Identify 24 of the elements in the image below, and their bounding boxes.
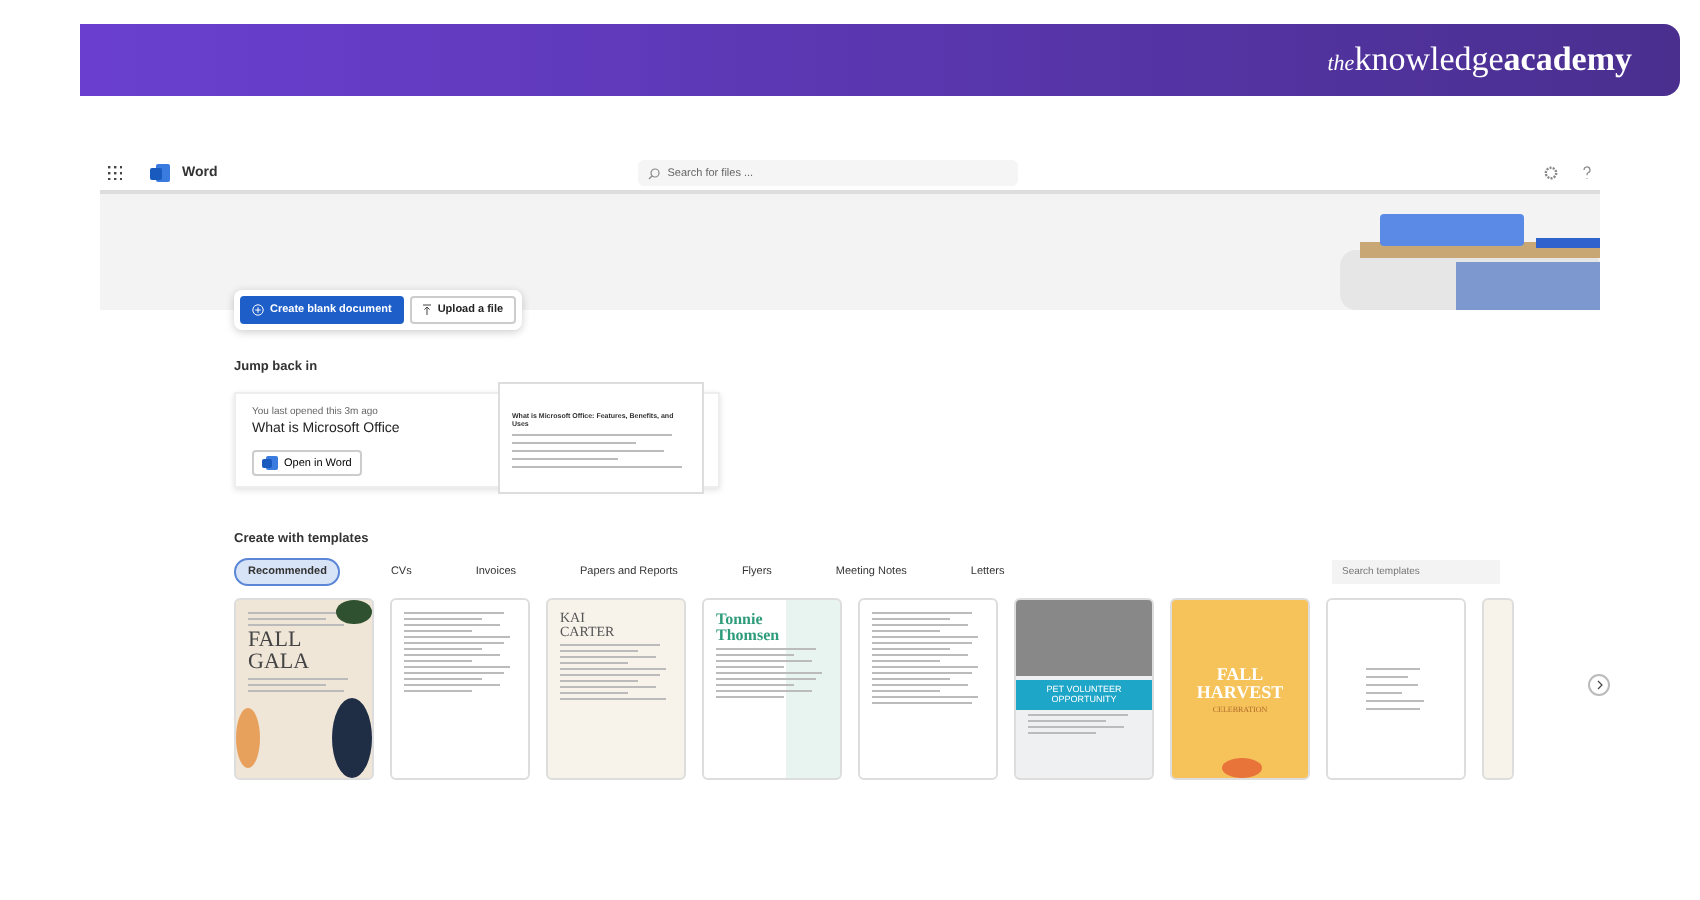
brand-logo: theknowledgeacademy — [1327, 40, 1632, 80]
settings-icon[interactable] — [1544, 166, 1558, 180]
template-title: FALL HARVEST — [1194, 665, 1286, 701]
decorative-shape — [332, 698, 372, 778]
fall-gala-template[interactable]: FALL GALA — [234, 598, 374, 780]
help-icon[interactable] — [1582, 166, 1592, 180]
photo-placeholder — [1016, 600, 1152, 676]
decorative-shape — [236, 708, 260, 768]
search-icon — [647, 167, 660, 179]
decorative-shape — [336, 600, 372, 624]
template-title: Tonnie Thomsen — [716, 612, 782, 644]
word-logo-icon — [150, 164, 170, 182]
document-template[interactable] — [1326, 598, 1466, 780]
next-button[interactable] — [1588, 674, 1610, 696]
letter-template[interactable] — [390, 598, 530, 780]
plus-icon — [252, 304, 264, 316]
upload-icon — [421, 304, 432, 316]
template-title: FALL GALA — [248, 630, 308, 674]
app-launcher-icon[interactable] — [108, 166, 122, 180]
document-template[interactable] — [1482, 598, 1514, 780]
chevron-right-icon — [1595, 680, 1603, 690]
word-logo-icon — [262, 456, 278, 470]
pumpkin-icon — [1222, 758, 1262, 778]
invoice-template[interactable] — [858, 598, 998, 780]
